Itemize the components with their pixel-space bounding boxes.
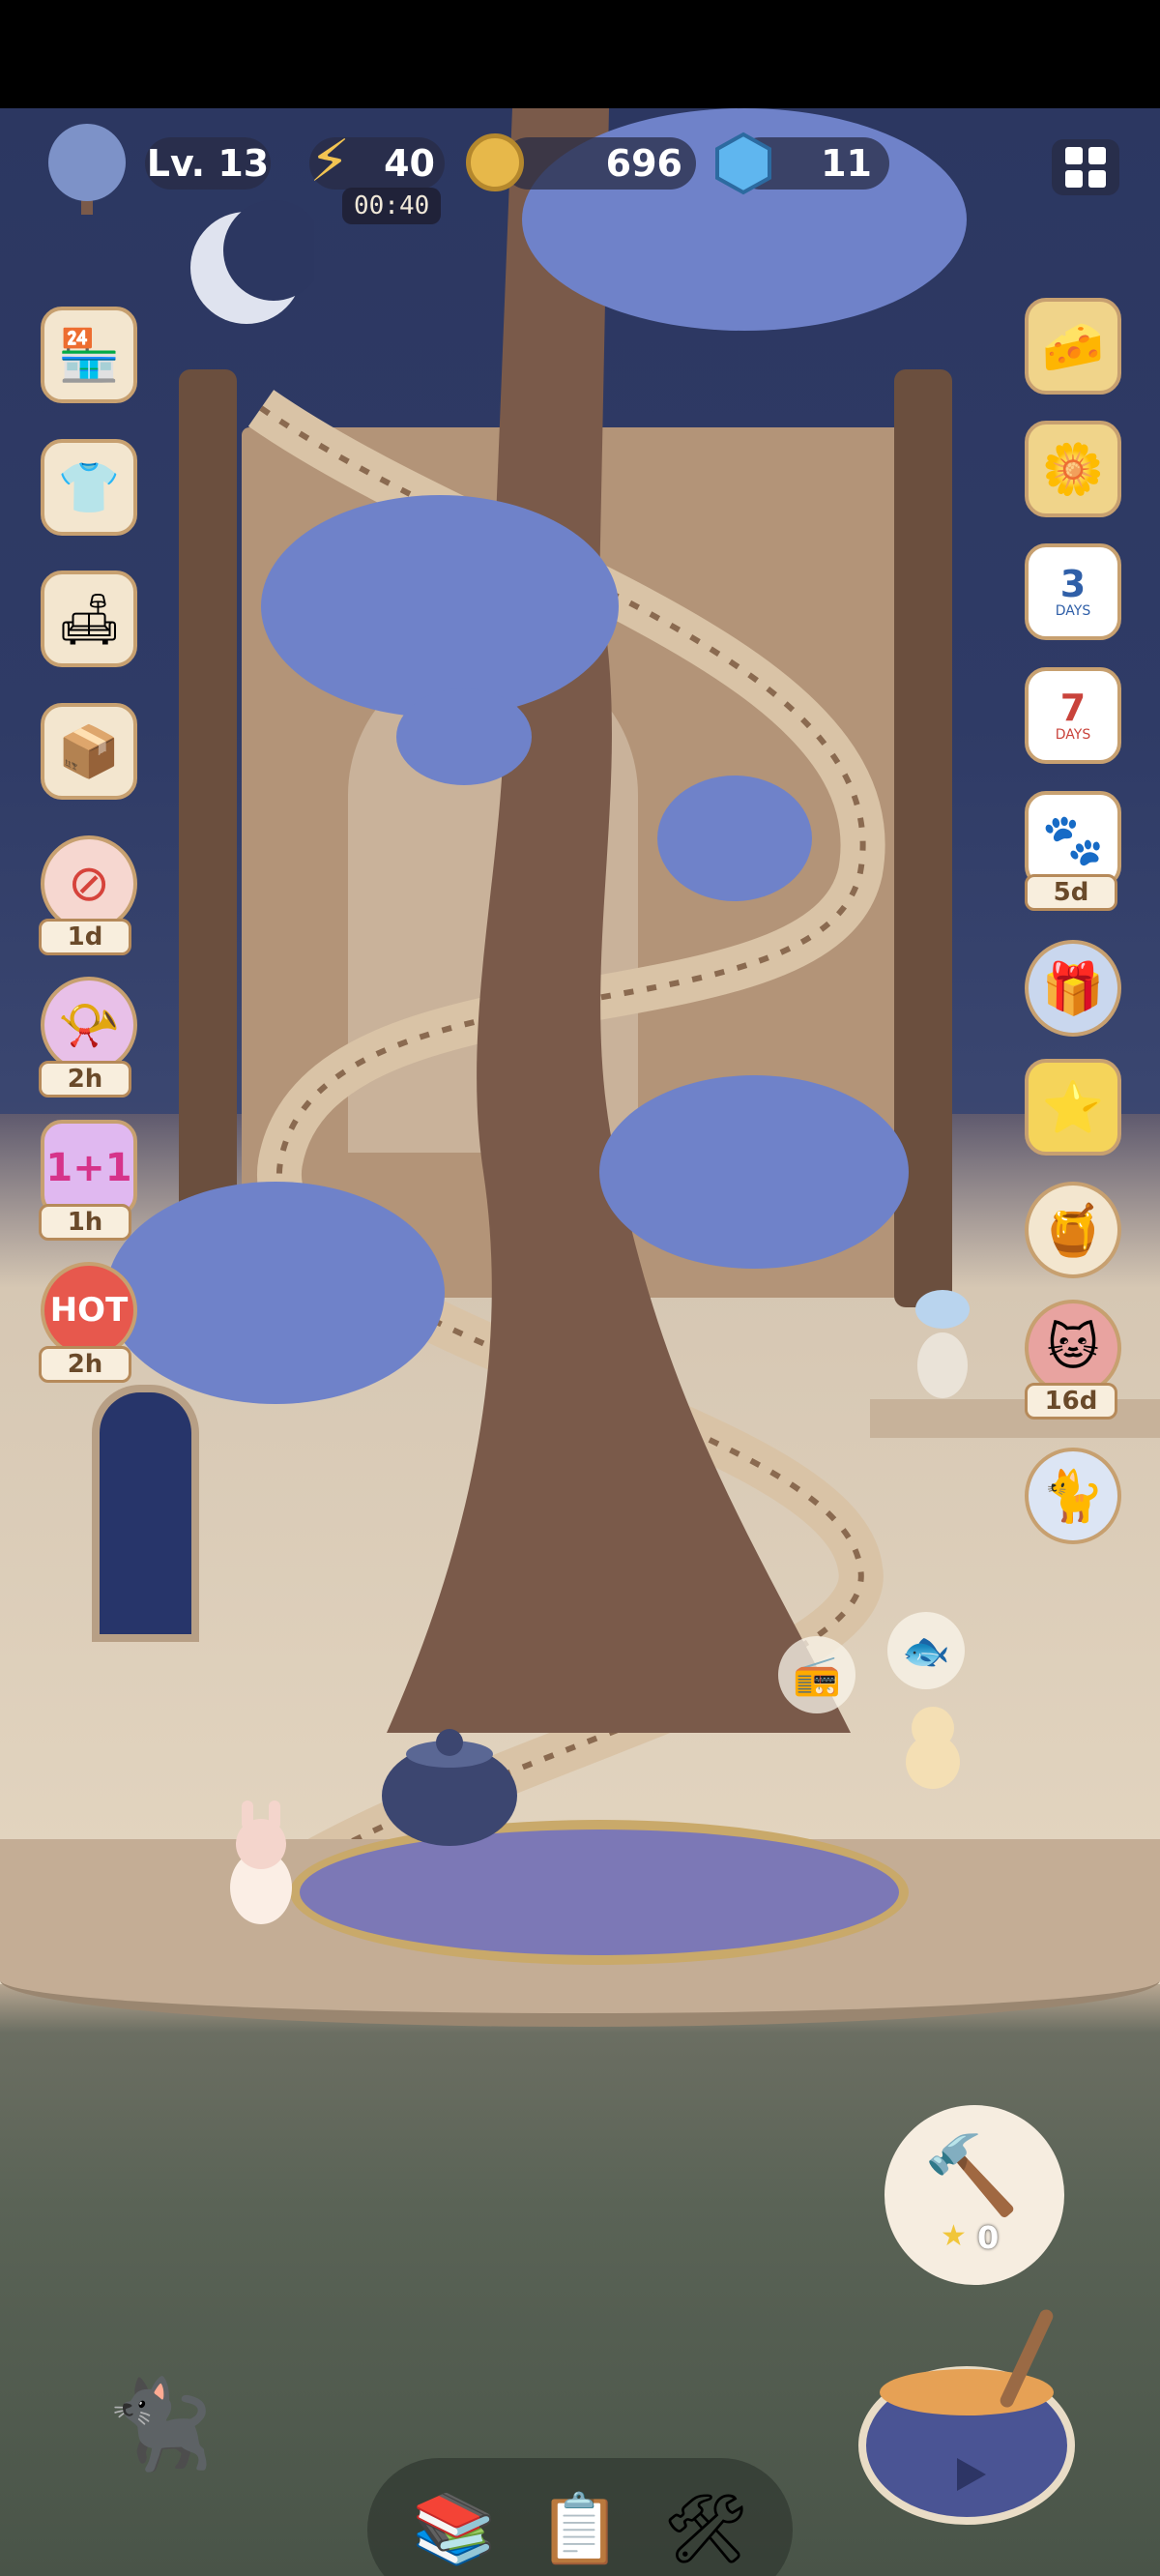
one-plus-one-timer-badge: 1h xyxy=(39,1204,131,1241)
hammer-speech-bubble[interactable]: 🔨 ★ 0 xyxy=(884,2105,1064,2285)
coin-icon xyxy=(466,133,524,191)
whistle-heart-icon: 📯 xyxy=(57,996,121,1055)
one-plus-one-button[interactable]: 1+1 xyxy=(41,1120,137,1216)
paw-icon: 🐾 xyxy=(1041,810,1105,869)
calendar-icon: 7 xyxy=(1059,687,1087,729)
game-scene[interactable]: 📻 🐟 Lv. 13 40 ⚡ 00:40 696 11 🏪 👕 🛋 📦 ⊘ 1… xyxy=(0,108,1160,2576)
calendar-3-days-button[interactable]: 3 DAYS xyxy=(1025,543,1121,640)
cat-collection-button[interactable]: 🐈‍⬛ xyxy=(97,2352,222,2497)
tree-trunk xyxy=(387,108,851,1733)
hot-deal-button[interactable]: HOT xyxy=(41,1262,137,1359)
hot-sale-icon: HOT xyxy=(49,1291,129,1330)
paw-calendar-timer-badge: 5d xyxy=(1025,874,1117,911)
level-pill[interactable]: Lv. 13 xyxy=(145,137,271,190)
cat-profile-button[interactable]: 🐈 xyxy=(1025,1448,1121,1544)
hammer-star-count: 0 xyxy=(977,2219,1000,2256)
leaf-cluster-left xyxy=(106,1182,445,1404)
gift-box-icon: 🎁 xyxy=(1041,959,1105,1018)
gem-shop-button[interactable]: 🏪 xyxy=(41,307,137,403)
cat-pink-bunny[interactable] xyxy=(222,1800,300,1926)
center-cauldron[interactable] xyxy=(367,1713,532,1859)
leaf-cluster-mid-left xyxy=(396,688,532,785)
flower-ticket-button[interactable]: 🌼 xyxy=(1025,421,1121,517)
books-icon: 📚 xyxy=(412,2488,497,2568)
fish-bubble[interactable]: 🐟 xyxy=(887,1612,965,1689)
furniture-shop-button[interactable]: 🛋 xyxy=(41,571,137,667)
tree-level-icon[interactable] xyxy=(37,118,137,219)
flower-ticket-icon: 🌼 xyxy=(1041,440,1105,499)
star-icon: ★ xyxy=(941,2219,967,2253)
star-gift-button[interactable]: ⭐ xyxy=(1025,1059,1121,1156)
lightning-icon: ⚡ xyxy=(309,128,351,195)
calendar-7-days-button[interactable]: 7 DAYS xyxy=(1025,667,1121,764)
mystery-box-button[interactable]: 📦 xyxy=(41,703,137,800)
no-ads-icon: ⊘ xyxy=(68,855,110,913)
no-ads-timer-badge: 1d xyxy=(39,919,131,955)
calendar-icon: 3 xyxy=(1059,563,1087,605)
clipboard-icon: 📋 xyxy=(537,2488,623,2568)
clipboard-button[interactable]: 📋 xyxy=(527,2475,633,2576)
cat-event-timer-badge: 16d xyxy=(1025,1383,1117,1420)
sofa-icon: 🛋 xyxy=(56,590,121,649)
mystery-box-icon: 📦 xyxy=(57,722,121,781)
coins-pill[interactable]: 696 xyxy=(503,137,696,190)
whistle-timer-badge: 2h xyxy=(39,1061,131,1098)
calendar-days-label: DAYS xyxy=(1055,603,1091,619)
energy-timer: 00:40 xyxy=(342,188,442,224)
star-gift-icon: ⭐ xyxy=(1041,1078,1105,1137)
paw-calendar-button[interactable]: 🐾 xyxy=(1025,791,1121,888)
leaf-cluster-right xyxy=(599,1075,909,1269)
coins-value: 696 xyxy=(605,142,682,185)
cat-orange[interactable] xyxy=(899,1694,967,1791)
gift-box-button[interactable]: 🎁 xyxy=(1025,940,1121,1037)
hot-deal-timer-badge: 2h xyxy=(39,1346,131,1383)
whistle-offer-button[interactable]: 📯 xyxy=(41,977,137,1073)
calendar-days-label: DAYS xyxy=(1055,727,1091,743)
hammer-icon: 🔨 xyxy=(923,2130,1020,2220)
arched-window xyxy=(92,1385,199,1642)
leaf-cluster-mid-right xyxy=(657,776,812,901)
menu-grid-button[interactable] xyxy=(1052,139,1119,195)
gem-icon xyxy=(715,132,771,195)
radio-bubble[interactable]: 📻 xyxy=(778,1636,856,1713)
honey-pot-icon: 🍯 xyxy=(1041,1201,1105,1260)
shop-stall-icon: 🏪 xyxy=(57,326,121,385)
cheese-ticket-button[interactable]: 🧀 xyxy=(1025,298,1121,395)
shirt-bow-icon: 👕 xyxy=(57,458,121,517)
tower-pillar-left xyxy=(179,369,237,1307)
energy-value: 40 xyxy=(384,142,435,185)
leaf-cluster-upper-left xyxy=(261,495,619,717)
level-label: Lv. 13 xyxy=(146,142,270,185)
decorate-button[interactable]: 🛠 xyxy=(652,2475,759,2576)
cat-event-button[interactable]: 🐱 xyxy=(1025,1300,1121,1396)
honey-pot-button[interactable]: 🍯 xyxy=(1025,1182,1121,1278)
cooking-pot-button[interactable] xyxy=(856,2296,1078,2537)
green-cat-icon: 🐱 xyxy=(1046,1319,1100,1377)
system-status-bar xyxy=(0,0,1160,108)
gems-value: 11 xyxy=(821,142,872,185)
cat-portrait-icon: 🐈 xyxy=(1041,1467,1105,1526)
one-plus-one-icon: 1+1 xyxy=(45,1146,132,1190)
moon-icon xyxy=(190,200,314,324)
cheese-ticket-icon: 🧀 xyxy=(1041,317,1105,376)
wrench-screwdriver-icon: 🛠 xyxy=(662,2488,749,2568)
cat-jellyfish-hat[interactable] xyxy=(909,1288,976,1404)
no-ads-button[interactable]: ⊘ xyxy=(41,835,137,932)
books-button[interactable]: 📚 xyxy=(401,2475,508,2576)
outfit-button[interactable]: 👕 xyxy=(41,439,137,536)
